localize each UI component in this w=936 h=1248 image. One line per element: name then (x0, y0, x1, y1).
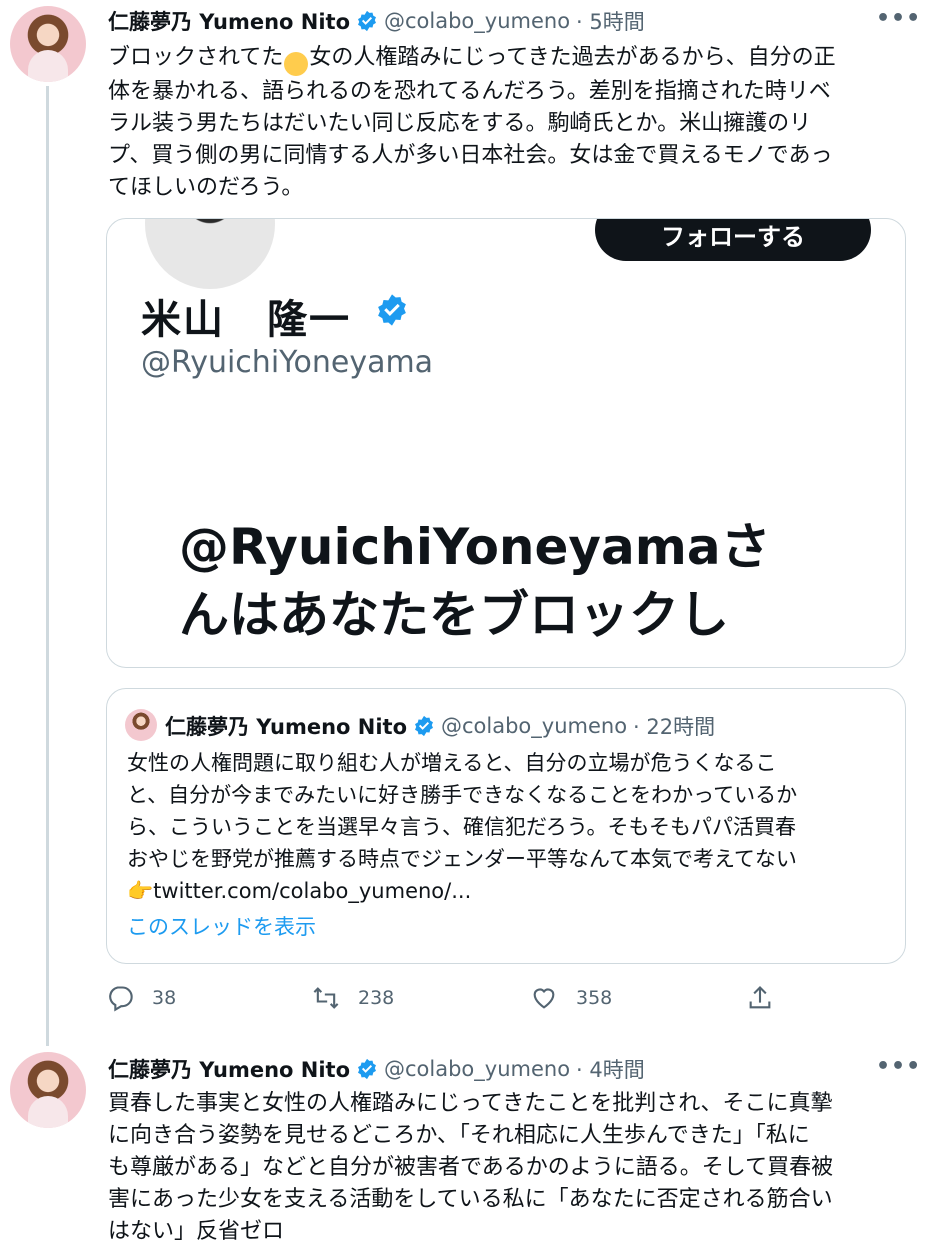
tweet-text-segment: 女の人権踏みにじってきた過去があるから、自分の正 (309, 45, 836, 70)
tweet-text-segment: ブロックされてた (108, 45, 284, 70)
quoted-link[interactable]: twitter.com/colabo_yumeno/... (153, 879, 471, 903)
quoted-author-name: 仁藤夢乃 Yumeno Nito (165, 715, 407, 739)
quoted-author-avatar (125, 709, 157, 741)
tweet-text-line: ブロックされてた😂女の人権踏みにじってきた過去があるから、自分の正 (108, 42, 908, 76)
tweet-timestamp[interactable]: · 4時間 (576, 1054, 645, 1084)
embedded-profile-avatar (145, 219, 275, 289)
quoted-link-line: 👉twitter.com/colabo_yumeno/... (127, 875, 887, 907)
like-count: 358 (576, 987, 613, 1009)
tweet-text-line: 買春した事実と女性の人権踏みにじってきたことを批判され、そこに真摯 (108, 1091, 833, 1116)
verified-badge-icon (358, 10, 376, 32)
embedded-profile-handle: @RyuichiYoneyama (141, 345, 434, 380)
quoted-tweet-text: 女性の人権問題に取り組む人が増えると、自分の立場が危うくなるこ と、自分が今まで… (127, 747, 887, 907)
quoted-text-line: と、自分が今までみたいに好き勝手できなくなることをわかっているか (127, 783, 798, 807)
reply-icon (109, 986, 133, 1012)
more-options-icon[interactable]: ••• (876, 6, 921, 31)
heart-icon (533, 988, 555, 1009)
tweet-text: 買春した事実と女性の人権踏みにじってきたことを批判され、そこに真摯 に向き合う姿… (108, 1088, 908, 1248)
tweet-text-line: 体を暴かれる、語られるのを恐れてるんだろう。差別を指摘された時リベ (108, 79, 831, 104)
blocked-message-line: んはあなたをブロックし (179, 586, 729, 644)
author-avatar[interactable] (10, 6, 86, 82)
reply-count: 38 (152, 987, 177, 1009)
quoted-text-line: 女性の人権問題に取り組む人が増えると、自分の立場が危うくなるこ (127, 751, 777, 775)
quoted-text-line: ら、こういうことを当選早々言う、確信犯だろう。そもそもパパ活買春 (127, 815, 797, 839)
tweet-actions-bar: 38 238 358 (106, 980, 806, 1020)
embedded-profile-name: 米山 隆一 (141, 297, 351, 343)
retweet-count: 238 (358, 987, 395, 1009)
tweet-text-line: 害にあった少女を支える活動をしている私に「あなたに否定される筋合い (108, 1187, 833, 1212)
tweet-header: 仁藤夢乃 Yumeno Nito @colabo_yumeno · 5時間 (108, 6, 645, 36)
verified-badge-icon (358, 1058, 376, 1080)
tweet-text-line: てほしいのだろう。 (108, 175, 304, 200)
tweet-text-line: に向き合う姿勢を見せるどころか、「それ相応に人生歩んできた」「私に (108, 1123, 810, 1148)
tweet-text-line: はない」反省ゼロ (108, 1219, 285, 1244)
quoted-author-handle: @colabo_yumeno (441, 714, 628, 738)
reply-button[interactable]: 38 (106, 984, 176, 1012)
show-thread-link[interactable]: このスレッドを表示 (127, 911, 316, 941)
share-button[interactable] (746, 984, 792, 1012)
verified-badge-icon (415, 715, 433, 737)
blocked-message: @RyuichiYoneyamaさ んはあなたをブロックし (179, 513, 859, 649)
like-button[interactable]: 358 (530, 984, 612, 1012)
author-handle[interactable]: @colabo_yumeno (384, 9, 570, 33)
tweet-text: ブロックされてた😂女の人権踏みにじってきた過去があるから、自分の正 体を暴かれる… (108, 42, 908, 204)
attached-image[interactable]: フォローする 米山 隆一 @RyuichiYoneyama @RyuichiYo… (106, 218, 906, 668)
tweet-text-line: ラル装う男たちはだいたい同じ反応をする。駒崎氏とか。米山擁護のリ (108, 111, 812, 136)
more-options-icon[interactable]: ••• (876, 1054, 921, 1079)
embedded-follow-button: フォローする (595, 219, 871, 261)
tweet-text-line: も尊厳がある」などと自分が被害者であるかのように語る。そして買春被 (108, 1155, 834, 1180)
thread-connector-line (46, 86, 49, 1046)
pointing-finger-emoji: 👉 (127, 879, 154, 903)
tears-of-joy-emoji: 😂 (284, 52, 309, 76)
share-icon (749, 986, 771, 1009)
quoted-tweet-header: 仁藤夢乃 Yumeno Nito @colabo_yumeno · 22時間 (165, 711, 715, 741)
author-avatar[interactable] (10, 1052, 86, 1128)
blocked-message-line: @RyuichiYoneyamaさ (179, 518, 771, 576)
author-handle[interactable]: @colabo_yumeno (384, 1057, 570, 1081)
embedded-verified-badge-icon (378, 294, 406, 326)
retweet-icon (313, 987, 339, 1009)
quoted-text-line: おやじを野党が推薦する時点でジェンダー平等なんて本気で考えてない (127, 847, 797, 871)
tweet-header: 仁藤夢乃 Yumeno Nito @colabo_yumeno · 4時間 (108, 1054, 645, 1084)
tweet-text-line: プ、買う側の男に同情する人が多い日本社会。女は金で買えるモノであっ (108, 143, 833, 168)
author-name[interactable]: 仁藤夢乃 Yumeno Nito (108, 6, 350, 36)
quoted-tweet-card[interactable]: 仁藤夢乃 Yumeno Nito @colabo_yumeno · 22時間 女… (106, 688, 906, 964)
tweet-timestamp[interactable]: · 5時間 (576, 6, 645, 36)
author-name[interactable]: 仁藤夢乃 Yumeno Nito (108, 1054, 350, 1084)
retweet-button[interactable]: 238 (312, 984, 394, 1012)
quoted-tweet-timestamp: · 22時間 (633, 715, 716, 739)
